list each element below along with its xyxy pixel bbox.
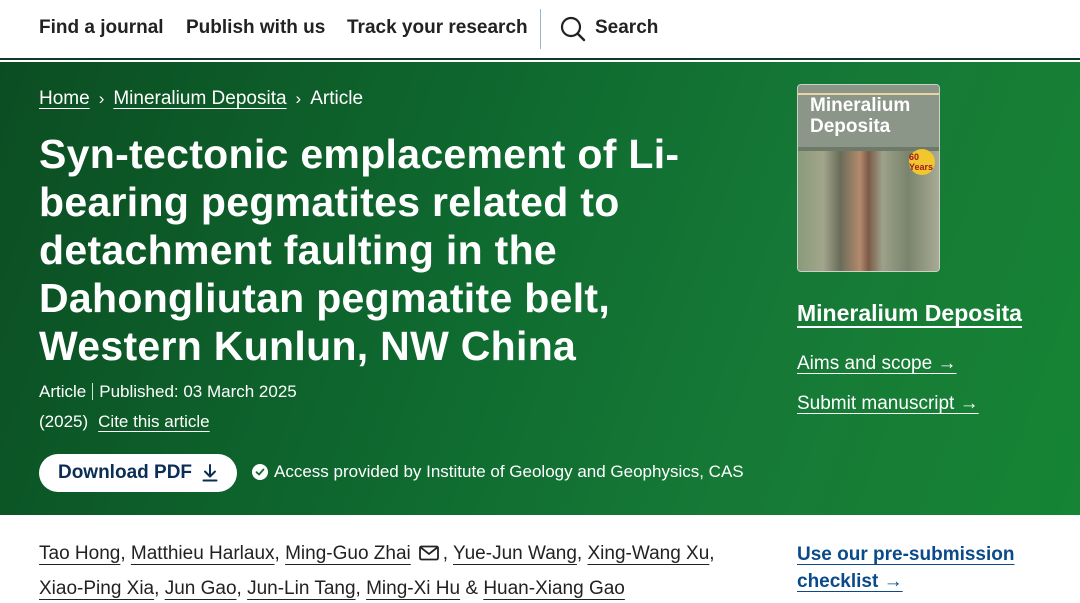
author-separator: , — [442, 543, 449, 564]
author-link[interactable]: Yue-Jun Wang — [453, 543, 577, 564]
presubmission-checklist-link[interactable]: Use our pre-submission checklist → — [797, 541, 1057, 595]
journal-cover-image[interactable]: Mineralium Deposita 60 Years — [797, 84, 940, 272]
search-icon — [560, 16, 586, 42]
author-separator: , — [576, 543, 583, 564]
breadcrumb-separator: › — [98, 89, 105, 108]
anniversary-badge: 60 Years — [909, 149, 935, 175]
author-separator: , — [709, 543, 715, 564]
breadcrumb: Home › Mineralium Deposita › Article — [39, 88, 363, 110]
author-separator: , — [154, 578, 160, 599]
nav-divider — [540, 9, 541, 49]
published-date: Published: 03 March 2025 — [99, 382, 297, 401]
article-header: Home › Mineralium Deposita › Article Syn-tec… — [0, 62, 1080, 515]
top-nav: Find a journal Publish with us Track you… — [0, 0, 1080, 60]
article-citation-row: (2025) Cite this article — [39, 412, 210, 432]
author-link[interactable]: Jun Gao — [165, 578, 237, 599]
author-separator: , — [236, 578, 242, 599]
author-separator: , — [274, 543, 280, 564]
article-year: (2025) — [39, 412, 89, 431]
author-link[interactable]: Jun-Lin Tang — [247, 578, 355, 599]
breadcrumb-current: Article — [310, 88, 364, 109]
nav-find-journal[interactable]: Find a journal — [39, 17, 164, 39]
author-link[interactable]: Ming-Xi Hu — [366, 578, 460, 599]
author-link[interactable]: Tao Hong — [39, 543, 120, 564]
breadcrumb-separator: › — [295, 89, 302, 108]
aims-scope-link[interactable]: Aims and scope → — [797, 353, 956, 375]
meta-divider — [92, 383, 94, 400]
article-title: Syn-tectonic emplacement of Li-bearing p… — [39, 131, 680, 369]
author-link[interactable]: Xiao-Ping Xia — [39, 578, 154, 599]
author-ampersand: & — [465, 578, 479, 599]
cite-article-link[interactable]: Cite this article — [98, 412, 209, 431]
download-pdf-button[interactable]: Download PDF — [39, 454, 237, 492]
author-link[interactable]: Huan-Xiang Gao — [483, 578, 625, 599]
check-icon — [252, 464, 268, 480]
access-notice: Access provided by Institute of Geology … — [252, 462, 744, 482]
nav-track-research[interactable]: Track your research — [347, 17, 528, 39]
cover-title: Mineralium Deposita — [810, 95, 911, 137]
breadcrumb-home[interactable]: Home — [39, 88, 90, 109]
submit-manuscript-link[interactable]: Submit manuscript → — [797, 393, 979, 415]
download-pdf-label: Download PDF — [57, 462, 193, 483]
journal-name-link[interactable]: Mineralium Deposita — [797, 300, 1022, 327]
search-label: Search — [595, 17, 659, 38]
breadcrumb-journal[interactable]: Mineralium Deposita — [113, 88, 286, 109]
article-type: Article — [39, 382, 87, 401]
article-meta: Article Published: 03 March 2025 — [39, 382, 297, 402]
download-icon — [202, 464, 218, 482]
author-list: Tao Hong, Matthieu Harlaux, Ming-Guo Zha… — [39, 536, 739, 603]
mail-icon[interactable] — [418, 545, 439, 561]
author-separator: , — [120, 543, 126, 564]
author-separator: , — [355, 578, 361, 599]
nav-publish[interactable]: Publish with us — [186, 17, 325, 39]
author-link[interactable]: Xing-Wang Xu — [587, 543, 709, 564]
author-link[interactable]: Matthieu Harlaux — [131, 543, 275, 564]
access-text: Access provided by Institute of Geology … — [274, 462, 744, 481]
author-link[interactable]: Ming-Guo Zhai — [285, 543, 411, 564]
